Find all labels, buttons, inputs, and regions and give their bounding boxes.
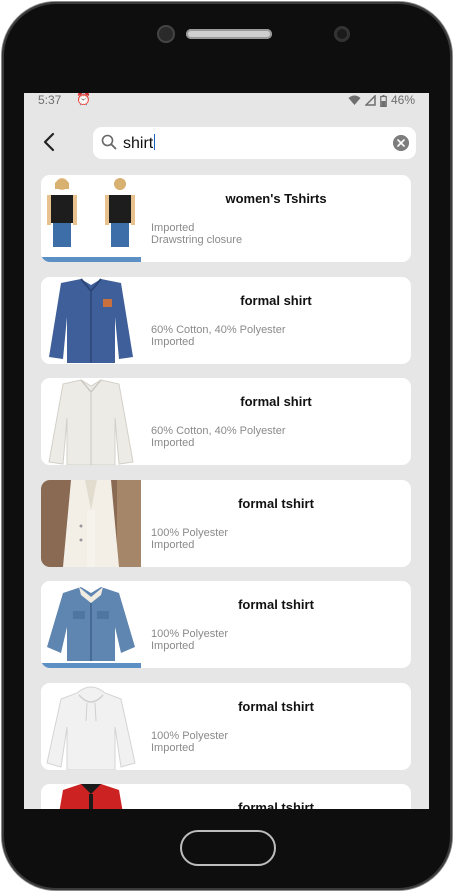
- product-detail-1: 100% Polyester: [151, 526, 229, 539]
- status-right: 46%: [348, 93, 415, 108]
- product-title: formal tshirt: [238, 597, 314, 612]
- tshirt-pair-image: [41, 175, 141, 262]
- text-caret: [154, 134, 156, 150]
- app-screen: 5:37 ⏰ 46% shirt women's Tshirts Importe…: [24, 93, 429, 809]
- clear-icon[interactable]: [393, 135, 409, 151]
- product-detail-1: Imported: [151, 222, 195, 234]
- trench-coat-image: [41, 479, 141, 567]
- product-detail-2: Drawstring closure: [151, 234, 243, 246]
- search-input[interactable]: shirt: [93, 127, 416, 159]
- search-header: shirt: [24, 126, 429, 160]
- home-button[interactable]: [180, 830, 276, 866]
- product-detail-2: Imported: [151, 741, 195, 754]
- product-title: formal shirt: [240, 394, 312, 409]
- product-card[interactable]: formal tshirt 100% Polyester Imported: [41, 581, 411, 668]
- denim-jacket-image: [41, 581, 141, 668]
- battery-percent: 46%: [390, 93, 415, 107]
- earpiece-speaker: [186, 29, 272, 39]
- product-card[interactable]: formal shirt 60% Cotton, 40% Polyester I…: [41, 378, 411, 465]
- wifi-icon: [348, 95, 361, 105]
- back-arrow-icon[interactable]: [38, 130, 62, 154]
- product-detail-1: 60% Cotton, 40% Polyester: [151, 425, 286, 437]
- front-sensor: [157, 25, 175, 43]
- product-detail-1: 100% Polyester: [151, 628, 229, 640]
- product-title: women's Tshirts: [225, 191, 327, 206]
- search-query-text: shirt: [123, 135, 154, 152]
- signal-icon: [364, 95, 376, 106]
- product-detail-2: Imported: [151, 437, 195, 449]
- search-icon: [101, 134, 117, 150]
- white-shirt-image: [41, 378, 141, 465]
- product-title: formal tshirt: [238, 495, 314, 511]
- alarm-icon: ⏰: [76, 93, 91, 106]
- battery-icon: [380, 94, 387, 107]
- status-bar: 5:37 ⏰ 46%: [24, 93, 429, 108]
- product-title: formal tshirt: [238, 800, 314, 809]
- product-list: women's Tshirts Imported Drawstring clos…: [41, 175, 411, 809]
- product-detail-1: 60% Cotton, 40% Polyester: [151, 323, 286, 336]
- product-title: formal tshirt: [238, 698, 314, 714]
- front-camera: [334, 26, 350, 42]
- product-detail-2: Imported: [151, 640, 195, 652]
- product-detail-2: Imported: [151, 538, 195, 551]
- product-card[interactable]: formal tshirt 100% Polyester Imported: [41, 479, 411, 567]
- product-card[interactable]: women's Tshirts Imported Drawstring clos…: [41, 175, 411, 262]
- red-jacket-image: [41, 784, 141, 809]
- product-detail-1: 100% Polyester: [151, 729, 229, 742]
- product-detail-2: Imported: [151, 335, 195, 348]
- white-hoodie-image: [41, 682, 141, 770]
- denim-shirt-image: [41, 276, 141, 364]
- product-card[interactable]: formal tshirt: [41, 784, 411, 809]
- product-title: formal shirt: [240, 292, 312, 308]
- product-card[interactable]: formal shirt 60% Cotton, 40% Polyester I…: [41, 276, 411, 364]
- status-time: 5:37: [38, 93, 62, 107]
- product-card[interactable]: formal tshirt 100% Polyester Imported: [41, 682, 411, 770]
